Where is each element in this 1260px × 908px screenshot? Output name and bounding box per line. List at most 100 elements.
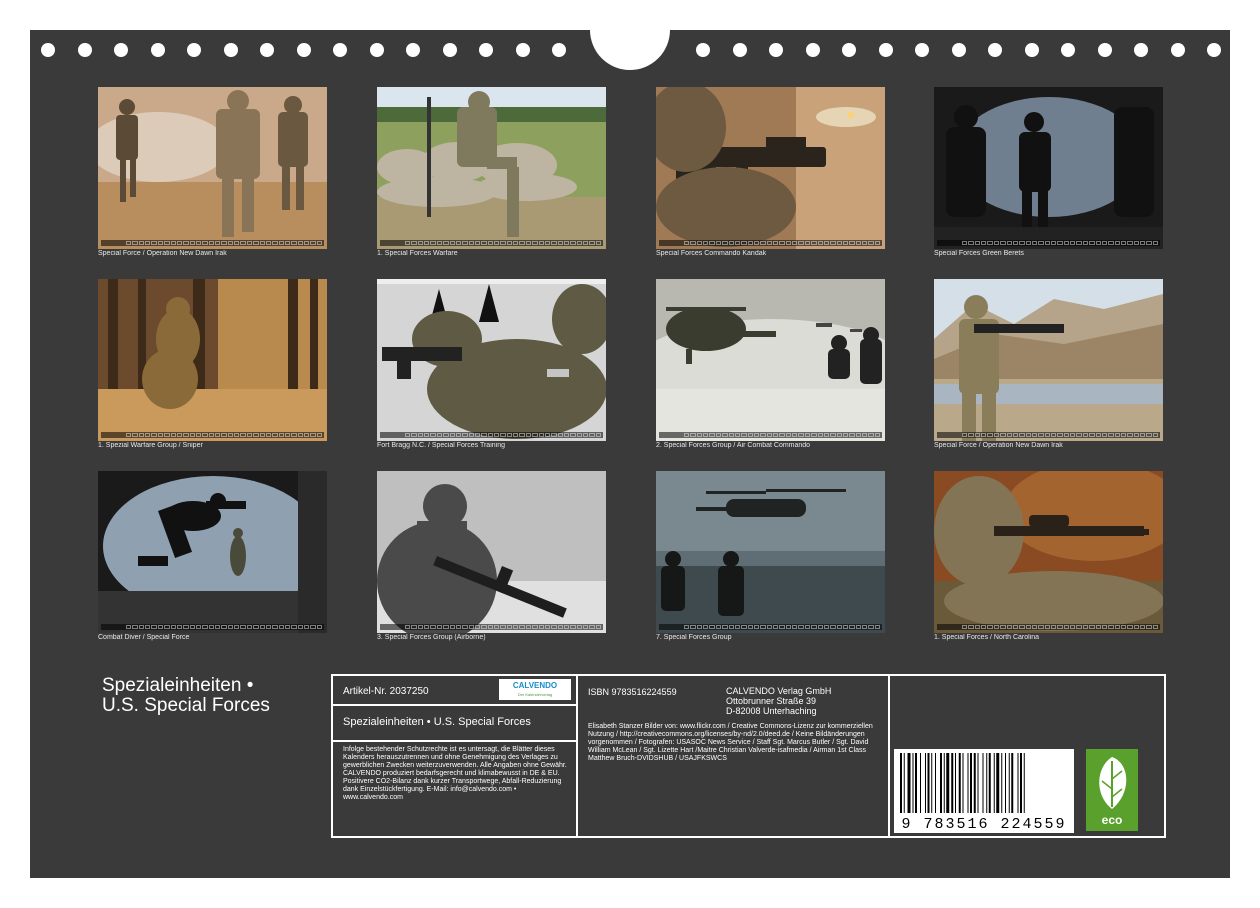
strip-day-cell [817,433,823,437]
strip-day-cell [278,433,284,437]
strip-day-cell [132,241,138,245]
strip-day-cell [424,625,430,629]
logo-text: CALVENDO [512,681,558,690]
month-photo [656,279,885,441]
strip-day-cell [1095,241,1101,245]
strip-day-cell [189,241,195,245]
strip-day-cell [304,433,310,437]
strip-day-cell [234,433,240,437]
barcode-bar [951,753,954,813]
strip-day-cell [563,241,570,245]
strip-day-cell [506,433,513,437]
strip-day-cell [405,241,411,245]
month-thumbnail: Fort Bragg N.C. / Special Forces Trainin… [377,279,606,460]
binding-hole [369,43,384,57]
strip-day-cell [449,625,455,629]
strip-day-cell [227,433,234,437]
strip-day-cell [684,433,690,437]
strip-day-cell [874,241,881,245]
strip-day-cell [1101,625,1108,629]
month-thumbnail: Special Forces Green Berets [934,87,1163,268]
strip-day-cell [494,433,500,437]
calendar-grid-strip [101,240,324,246]
strip-day-cell [1038,625,1044,629]
photo-caption: Special Force / Operation New Dawn Irak [934,442,1063,449]
strip-day-cell [589,625,595,629]
strip-day-cell [487,625,494,629]
strip-day-cell [189,433,195,437]
strip-day-cell [728,241,734,245]
strip-day-cell [798,625,804,629]
barcode-bar [943,753,945,813]
logo-subtext: Der Kalenderverlag [517,692,553,697]
strip-day-cell [138,625,145,629]
strip-day-cell [455,241,462,245]
strip-day-cell [1000,625,1006,629]
strip-day-cell [1038,241,1044,245]
strip-day-cell [202,433,208,437]
strip-day-cell [1000,241,1006,245]
strip-day-cell [968,433,974,437]
calendar-grid-strip [659,240,882,246]
photo-caption: Special Forces Green Berets [934,250,1024,257]
strip-day-cell [291,241,297,245]
strip-day-cell [525,625,532,629]
month-photo [377,87,606,249]
strip-day-cell [785,433,792,437]
strip-day-cell [715,433,722,437]
binding-hole [479,43,493,57]
strip-day-cell [253,625,259,629]
binding-hole [552,43,566,57]
month-thumbnail: 1. Special Forces Warfare [377,87,606,268]
strip-day-cell [696,433,703,437]
binding-hole [951,43,966,57]
strip-day-cell [170,433,176,437]
strip-day-cell [1089,625,1095,629]
barcode-bar [982,753,984,813]
binding-hole [150,43,165,57]
strip-day-cell [1101,241,1108,245]
strip-day-cell [411,241,417,245]
barcode-digits: 9 783516 224559 [894,816,1074,833]
strip-day-cell [690,625,696,629]
strip-day-cell [1108,625,1114,629]
strip-day-cell [709,433,715,437]
strip-day-cell [481,241,487,245]
strip-day-cell [170,625,176,629]
binding-hole [1207,43,1221,57]
strip-day-cell [215,241,221,245]
strip-day-cell [240,625,246,629]
strip-day-cell [1070,433,1076,437]
photo-caption: 7. Special Forces Group [656,634,732,641]
strip-day-cell [557,433,563,437]
strip-day-cell [506,241,513,245]
strip-day-cell [487,433,494,437]
strip-day-cell [468,241,474,245]
strip-day-cell [595,433,602,437]
strip-day-cell [830,625,836,629]
strip-day-cell [968,241,974,245]
strip-day-cell [563,625,570,629]
strip-day-cell [151,433,157,437]
barcode-bar [1020,753,1022,813]
strip-day-cell [1031,241,1038,245]
publisher-address: CALVENDO Verlag GmbH Ottobrunner Straße … [726,686,831,716]
strip-day-cell [1012,241,1019,245]
strip-day-cell [747,625,753,629]
strip-day-cell [246,433,253,437]
strip-day-cell [1127,241,1133,245]
strip-day-cell [1057,625,1063,629]
binding-hole [878,43,893,57]
strip-day-cell [405,625,411,629]
strip-day-cell [430,433,436,437]
strip-day-cell [823,241,830,245]
strip-day-cell [595,625,602,629]
binding-hole [1134,43,1148,57]
strip-day-cell [468,433,474,437]
strip-day-cell [734,241,741,245]
strip-day-cell [1063,433,1070,437]
barcode-bar [946,753,950,813]
strip-day-cell [728,625,734,629]
strip-day-cell [1031,433,1038,437]
strip-day-cell [1133,433,1140,437]
